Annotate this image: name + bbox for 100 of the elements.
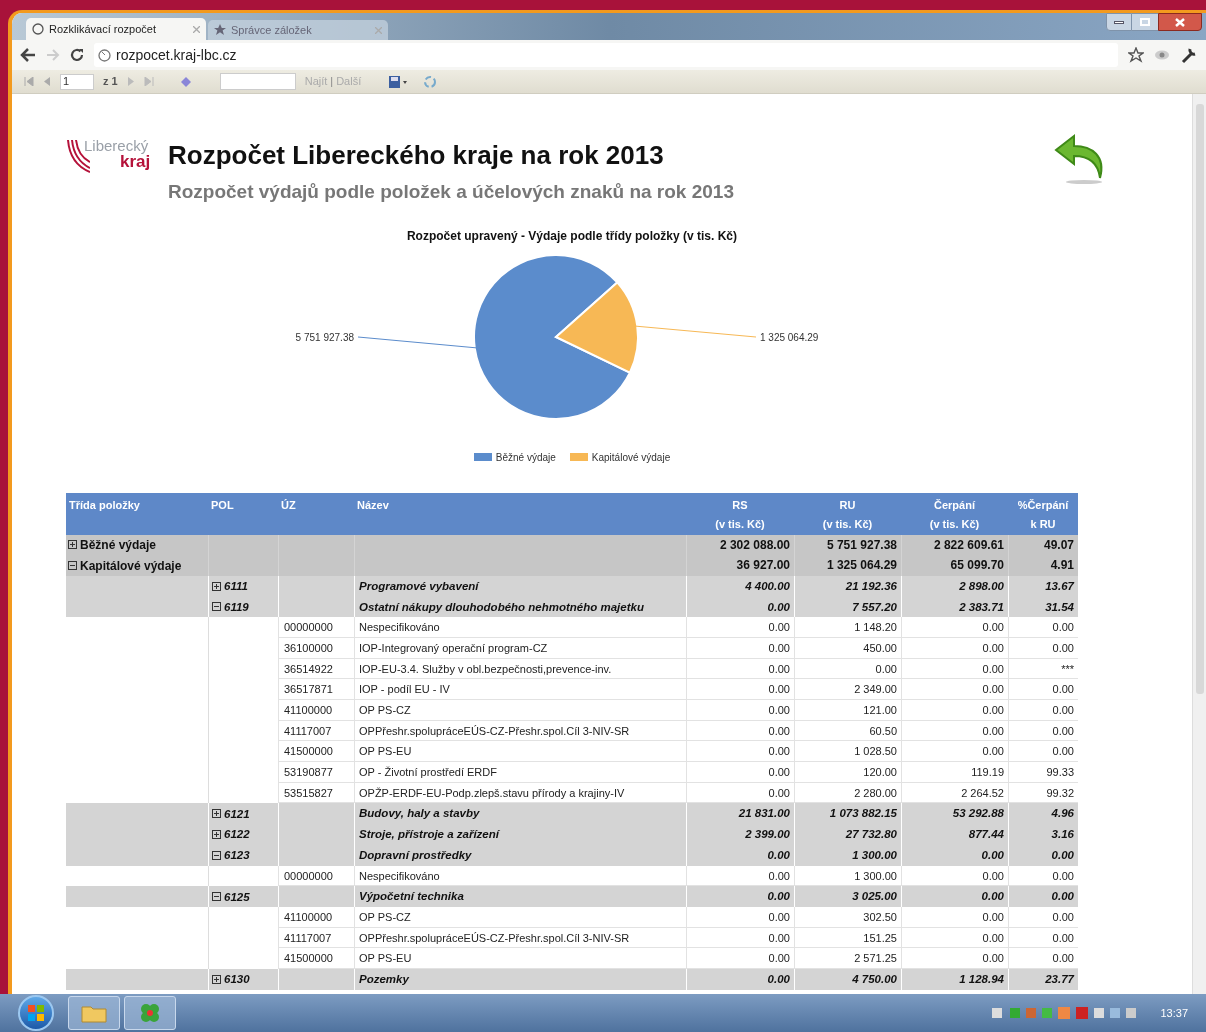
- table-cell-text: 13.67: [1044, 578, 1074, 594]
- table-cell-text: 0.00: [981, 723, 1004, 739]
- page-number-field[interactable]: 1: [60, 73, 94, 90]
- maximize-button[interactable]: [1132, 13, 1158, 31]
- table-cell-text: 0.00: [981, 620, 1004, 636]
- windows-logo-icon: [27, 1004, 45, 1022]
- clock: 13:37: [1160, 1005, 1188, 1021]
- row-label: Kapitálové výdaje: [80, 557, 182, 575]
- table-cell-text: 1 300.00: [853, 868, 897, 884]
- scrollbar-thumb[interactable]: [1195, 104, 1204, 694]
- start-button[interactable]: [18, 995, 54, 1031]
- table-cell-text: 0.00: [1050, 847, 1074, 863]
- table-cell-text: 0.00: [1051, 951, 1074, 967]
- table-cell-text: Nespecifikováno: [359, 868, 441, 884]
- table-cell-text: Programové vybavení: [359, 578, 481, 594]
- collapse-icon[interactable]: [212, 602, 221, 612]
- row-label: Běžné výdaje: [80, 536, 157, 554]
- expand-icon[interactable]: [68, 540, 77, 550]
- taskbar-button[interactable]: [124, 996, 176, 1030]
- table-cell-text: OP PS-EU: [359, 744, 413, 760]
- table-cell-text: 99.33: [1045, 765, 1074, 781]
- table-cell-text: 0.00: [767, 620, 790, 636]
- data-label: 5 751 927.38: [295, 331, 354, 342]
- table-cell-text: 877.44: [967, 827, 1004, 843]
- table-cell-text: 2 898.00: [958, 578, 1004, 594]
- star-icon: [214, 24, 226, 36]
- close-button[interactable]: [1158, 13, 1202, 31]
- table-cell-text: 0.00: [1051, 682, 1074, 698]
- scrollbar[interactable]: [1192, 94, 1206, 994]
- table-cell-text: 65 099.70: [949, 557, 1004, 575]
- star-icon[interactable]: [1128, 47, 1144, 63]
- table-cell-text: 0.00: [980, 847, 1004, 863]
- legend-label: Běžné výdaje: [495, 450, 556, 465]
- collapse-icon[interactable]: [68, 561, 77, 571]
- table-cell-text: 0.00: [767, 930, 790, 946]
- table-cell-text: 41117007: [284, 723, 333, 739]
- table-cell-text: 0.00: [874, 661, 897, 677]
- table-cell-text: 31.54: [1044, 599, 1074, 615]
- table-cell-text: 53190877: [284, 765, 334, 781]
- browser-tab[interactable]: Správce záložek: [208, 20, 388, 40]
- table-cell-text: 1 148.20: [853, 620, 897, 636]
- table-cell-text: Pozemky: [359, 971, 410, 987]
- table-cell-text: 0.00: [767, 951, 790, 967]
- collapse-icon[interactable]: [212, 850, 221, 860]
- table-cell-text: Výpočetní technika: [359, 889, 465, 905]
- table-cell-text: 0.00: [767, 744, 790, 760]
- table-cell-text: 1 128.94: [958, 971, 1004, 987]
- table-cell-text: 0.00: [980, 889, 1004, 905]
- table-cell-text: 00000000: [284, 868, 334, 884]
- eye-icon[interactable]: [1154, 49, 1170, 61]
- back-icon[interactable]: [20, 48, 36, 62]
- expand-icon[interactable]: [212, 809, 221, 819]
- column-header: Třída položky: [69, 497, 141, 513]
- table-cell-text: 1 073 882.15: [828, 806, 897, 822]
- table-cell-text: 2 571.25: [853, 951, 897, 967]
- table-cell-text: 21 831.00: [737, 806, 790, 822]
- table-cell-text: 0.00: [1051, 930, 1074, 946]
- export-icon[interactable]: [388, 74, 409, 89]
- table-cell-text: 0.00: [981, 703, 1004, 718]
- logo: Liberecký kraj: [66, 138, 156, 178]
- table-cell-text: 1 028.50: [853, 744, 897, 760]
- wrench-icon[interactable]: [1180, 46, 1198, 64]
- table-cell-text: 0.00: [1050, 889, 1074, 905]
- expand-icon[interactable]: [212, 829, 221, 839]
- table-cell-text: Budovy, haly a stavby: [359, 806, 481, 822]
- collapse-icon[interactable]: [212, 892, 221, 902]
- expand-icon[interactable]: [212, 581, 221, 591]
- minimize-button[interactable]: [1106, 13, 1132, 31]
- table-cell-text: 53 292.88: [951, 806, 1004, 822]
- table-cell-text: 0.00: [981, 682, 1004, 698]
- table-cell-text: 0.00: [767, 640, 790, 656]
- column-header: ÚZ: [281, 497, 297, 513]
- table-cell-text: 6119: [224, 599, 249, 615]
- reload-icon[interactable]: [70, 48, 84, 62]
- expand-icon[interactable]: [212, 974, 221, 984]
- table-cell-text: 3 025.00: [851, 889, 897, 905]
- globe-icon: [32, 23, 44, 35]
- column-header: RS: [732, 497, 748, 513]
- find-field[interactable]: [219, 73, 296, 90]
- table-cell-text: OP PS-CZ: [359, 909, 412, 925]
- table-cell-text: 1 300.00: [851, 847, 897, 863]
- diamond-icon[interactable]: [180, 76, 191, 87]
- table-cell-text: 0.00: [1051, 703, 1074, 718]
- table-cell-text: 3.16: [1050, 827, 1074, 843]
- page-title: Rozpočet Libereckého kraje na rok 2013: [168, 139, 665, 172]
- separator: |: [330, 74, 334, 90]
- table-cell-text: 1 325 064.29: [825, 557, 897, 575]
- table-cell-text: 00000000: [284, 620, 334, 636]
- table-cell-text: 0.00: [1051, 640, 1074, 656]
- table-cell-text: 41100000: [284, 909, 334, 925]
- browser-tab[interactable]: Rozklikávací rozpočet: [26, 18, 206, 40]
- table-cell-text: 2 822 609.61: [932, 536, 1004, 554]
- close-icon: [1175, 17, 1185, 27]
- table-cell-text: IOP-EU-3.4. Služby v obl.bezpečnosti,prevence-inv.: [359, 661, 613, 677]
- table-cell-text: Stroje, přístroje a zařízení: [359, 827, 501, 843]
- table-cell-text: 0.00: [766, 847, 790, 863]
- column-unit: (v tis. Kč): [929, 516, 980, 532]
- address-field[interactable]: rozpocet.kraj-lbc.cz: [94, 43, 1118, 67]
- table-cell-text: ***: [1060, 661, 1074, 677]
- page-count: z 1: [103, 74, 118, 90]
